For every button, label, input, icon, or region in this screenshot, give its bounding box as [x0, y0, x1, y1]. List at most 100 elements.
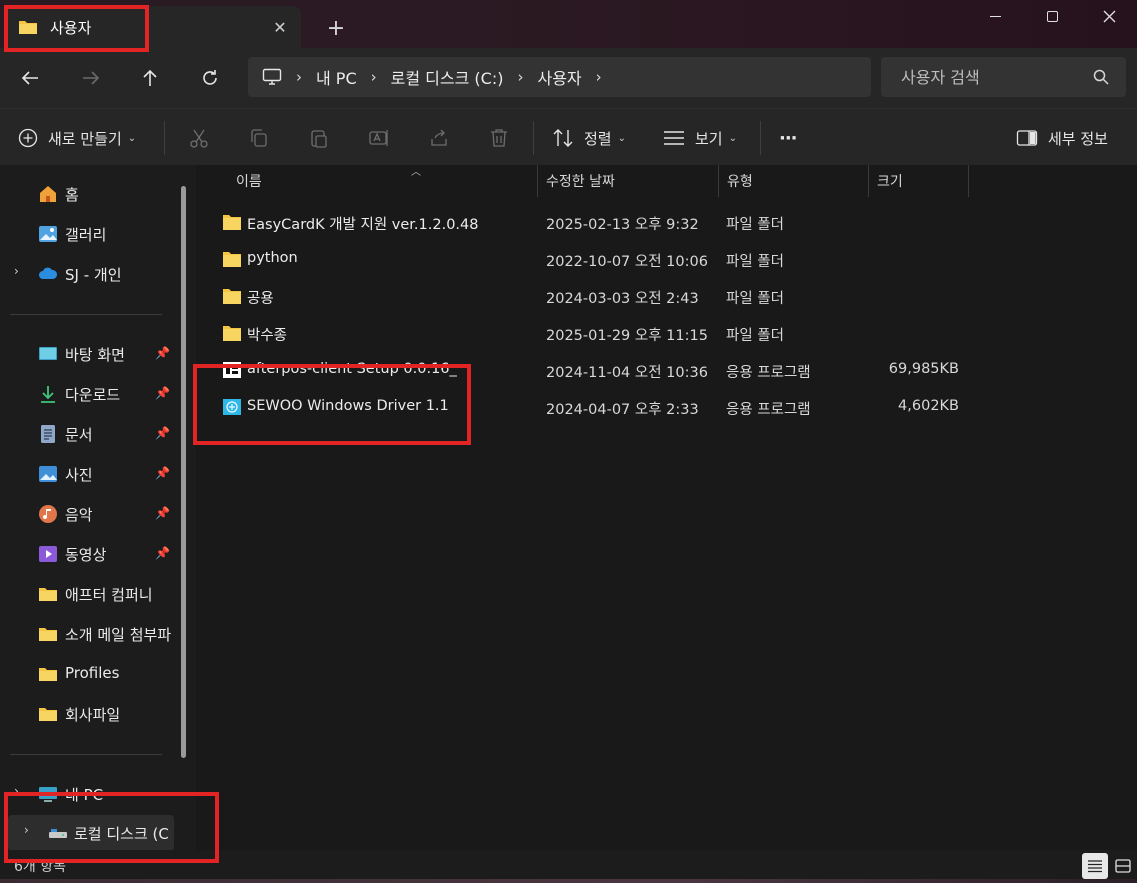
view-list-icon [664, 131, 684, 145]
refresh-icon [203, 70, 217, 85]
navigation-pane: 홈 갤러리 › SJ - 개인 바탕 화면 📌 다운로드 📌 문서 📌 사진 📌… [0, 165, 196, 851]
music-icon [39, 505, 57, 523]
sidebar-item-folder[interactable]: 소개 메일 첨부파 [0, 616, 178, 652]
file-type: 파일 폴더 [726, 217, 784, 233]
sidebar-item-gallery[interactable]: 갤러리 [0, 216, 178, 252]
share-button[interactable] [426, 125, 452, 151]
details-pane-button[interactable]: 세부 정보 [1016, 122, 1108, 154]
sidebar-item-downloads[interactable]: 다운로드 📌 [0, 376, 178, 412]
pictures-icon [39, 466, 57, 482]
folder-icon [39, 668, 57, 681]
sort-ascending-icon: ︿ [411, 167, 421, 178]
column-header-type[interactable]: 유형 [719, 165, 869, 197]
breadcrumb-local-disk[interactable]: 로컬 디스크 (C:) [391, 65, 504, 89]
sidebar-scrollbar[interactable] [181, 186, 186, 758]
tab-users[interactable]: 사용자 ✕ [6, 6, 301, 48]
sidebar-item-videos[interactable]: 동영상 📌 [0, 536, 178, 572]
chevron-right-icon[interactable]: › [14, 784, 19, 798]
close-window-button[interactable] [1081, 0, 1137, 32]
column-header-label: 수정한 날짜 [546, 174, 615, 190]
pin-icon[interactable]: 📌 [155, 426, 170, 440]
folder-icon [39, 628, 57, 641]
pin-icon[interactable]: 📌 [155, 386, 170, 400]
sidebar-divider [10, 754, 162, 755]
minimize-icon [989, 15, 1001, 17]
column-header-size[interactable]: 크기 [869, 165, 969, 197]
sidebar-item-label: 회사파일 [65, 706, 121, 724]
sidebar-divider [10, 314, 162, 315]
file-row[interactable]: afterpos-client Setup 0.0.16_ 2024-11-04… [216, 352, 976, 388]
column-header-label: 크기 [877, 174, 903, 190]
pin-icon[interactable]: 📌 [155, 346, 170, 360]
breadcrumb-my-pc[interactable]: 내 PC [316, 65, 357, 89]
chevron-right-icon[interactable]: › [24, 823, 29, 837]
sidebar-item-pictures[interactable]: 사진 📌 [0, 456, 178, 492]
desktop-icon [39, 347, 57, 360]
details-view-button[interactable] [1082, 853, 1108, 879]
file-date: 2024-11-04 오전 10:36 [546, 365, 708, 381]
sidebar-item-desktop[interactable]: 바탕 화면 📌 [0, 336, 178, 372]
sidebar-item-folder[interactable]: 회사파일 [0, 696, 178, 732]
pin-icon[interactable]: 📌 [155, 506, 170, 520]
file-row[interactable]: EasyCardK 개발 지원 ver.1.2.0.48 2025-02-13 … [216, 204, 976, 240]
tiles-view-button[interactable] [1110, 853, 1136, 879]
chevron-right-icon[interactable]: › [14, 264, 19, 278]
close-tab-button[interactable]: ✕ [269, 16, 291, 38]
new-button[interactable]: 새로 만들기 ⌄ [18, 122, 136, 154]
sort-button[interactable]: 정렬 ⌄ [552, 122, 626, 154]
copy-button[interactable] [246, 125, 272, 151]
cut-button[interactable] [186, 125, 212, 151]
file-row[interactable]: python 2022-10-07 오전 10:06 파일 폴더 [216, 241, 976, 277]
breadcrumb-users[interactable]: 사용자 [537, 65, 581, 89]
tab-title: 사용자 [50, 18, 92, 37]
sidebar-item-this-pc[interactable]: › 내 PC [0, 776, 178, 812]
file-type: 파일 폴더 [726, 254, 784, 270]
delete-button[interactable] [486, 125, 512, 151]
file-date: 2022-10-07 오전 10:06 [546, 254, 708, 270]
download-icon [41, 386, 55, 403]
view-button[interactable]: 보기 ⌄ [663, 122, 737, 154]
breadcrumb[interactable]: › 내 PC › 로컬 디스크 (C:) › 사용자 › [248, 57, 871, 97]
file-name: 박수종 [247, 328, 288, 344]
sidebar-item-music[interactable]: 음악 📌 [0, 496, 178, 532]
onedrive-icon [39, 267, 58, 279]
more-options-button[interactable]: ··· [779, 122, 797, 154]
refresh-button[interactable] [193, 62, 227, 94]
sidebar-item-label: SJ - 개인 [65, 266, 122, 284]
toolbar-divider [533, 121, 534, 155]
file-row[interactable]: 박수종 2025-01-29 오후 11:15 파일 폴더 [216, 315, 976, 351]
sidebar-item-local-disk[interactable]: › 로컬 디스크 (C [8, 815, 174, 851]
details-pane-icon [1016, 130, 1038, 146]
file-type: 파일 폴더 [726, 328, 784, 344]
chevron-right-icon[interactable]: › [596, 68, 602, 86]
monitor-icon [262, 68, 282, 85]
file-date: 2025-01-29 오후 11:15 [546, 328, 708, 344]
sidebar-item-folder[interactable]: Profiles [0, 656, 178, 692]
pin-icon[interactable]: 📌 [155, 546, 170, 560]
file-row[interactable]: 공용 2024-03-03 오전 2:43 파일 폴더 [216, 278, 976, 314]
search-input[interactable] [881, 57, 1126, 97]
sidebar-item-onedrive[interactable]: › SJ - 개인 [0, 256, 178, 292]
column-header-name[interactable]: ︿ 이름 [228, 165, 538, 197]
details-view-icon [1088, 860, 1102, 873]
file-size: 4,602KB [898, 398, 959, 414]
new-tab-button[interactable]: + [322, 14, 350, 42]
back-button[interactable] [13, 62, 47, 94]
up-button[interactable] [133, 62, 167, 94]
chevron-down-icon: ⌄ [728, 132, 737, 144]
pin-icon[interactable]: 📌 [155, 466, 170, 480]
toolbar-divider [760, 121, 761, 155]
column-header-modified[interactable]: 수정한 날짜 [538, 165, 719, 197]
minimize-button[interactable] [967, 0, 1023, 32]
file-row[interactable]: SEWOO Windows Driver 1.1 2024-04-07 오후 2… [216, 389, 976, 425]
sidebar-item-folder[interactable]: 애프터 컴퍼니 [0, 576, 178, 612]
forward-button[interactable] [74, 62, 108, 94]
file-name: SEWOO Windows Driver 1.1 [247, 398, 449, 414]
paste-button[interactable] [306, 125, 332, 151]
file-type: 응용 프로그램 [726, 365, 811, 381]
rename-button[interactable] [366, 125, 392, 151]
copy-icon [251, 129, 267, 147]
sidebar-item-documents[interactable]: 문서 📌 [0, 416, 178, 452]
sidebar-item-home[interactable]: 홈 [0, 176, 178, 212]
maximize-button[interactable] [1024, 0, 1080, 32]
